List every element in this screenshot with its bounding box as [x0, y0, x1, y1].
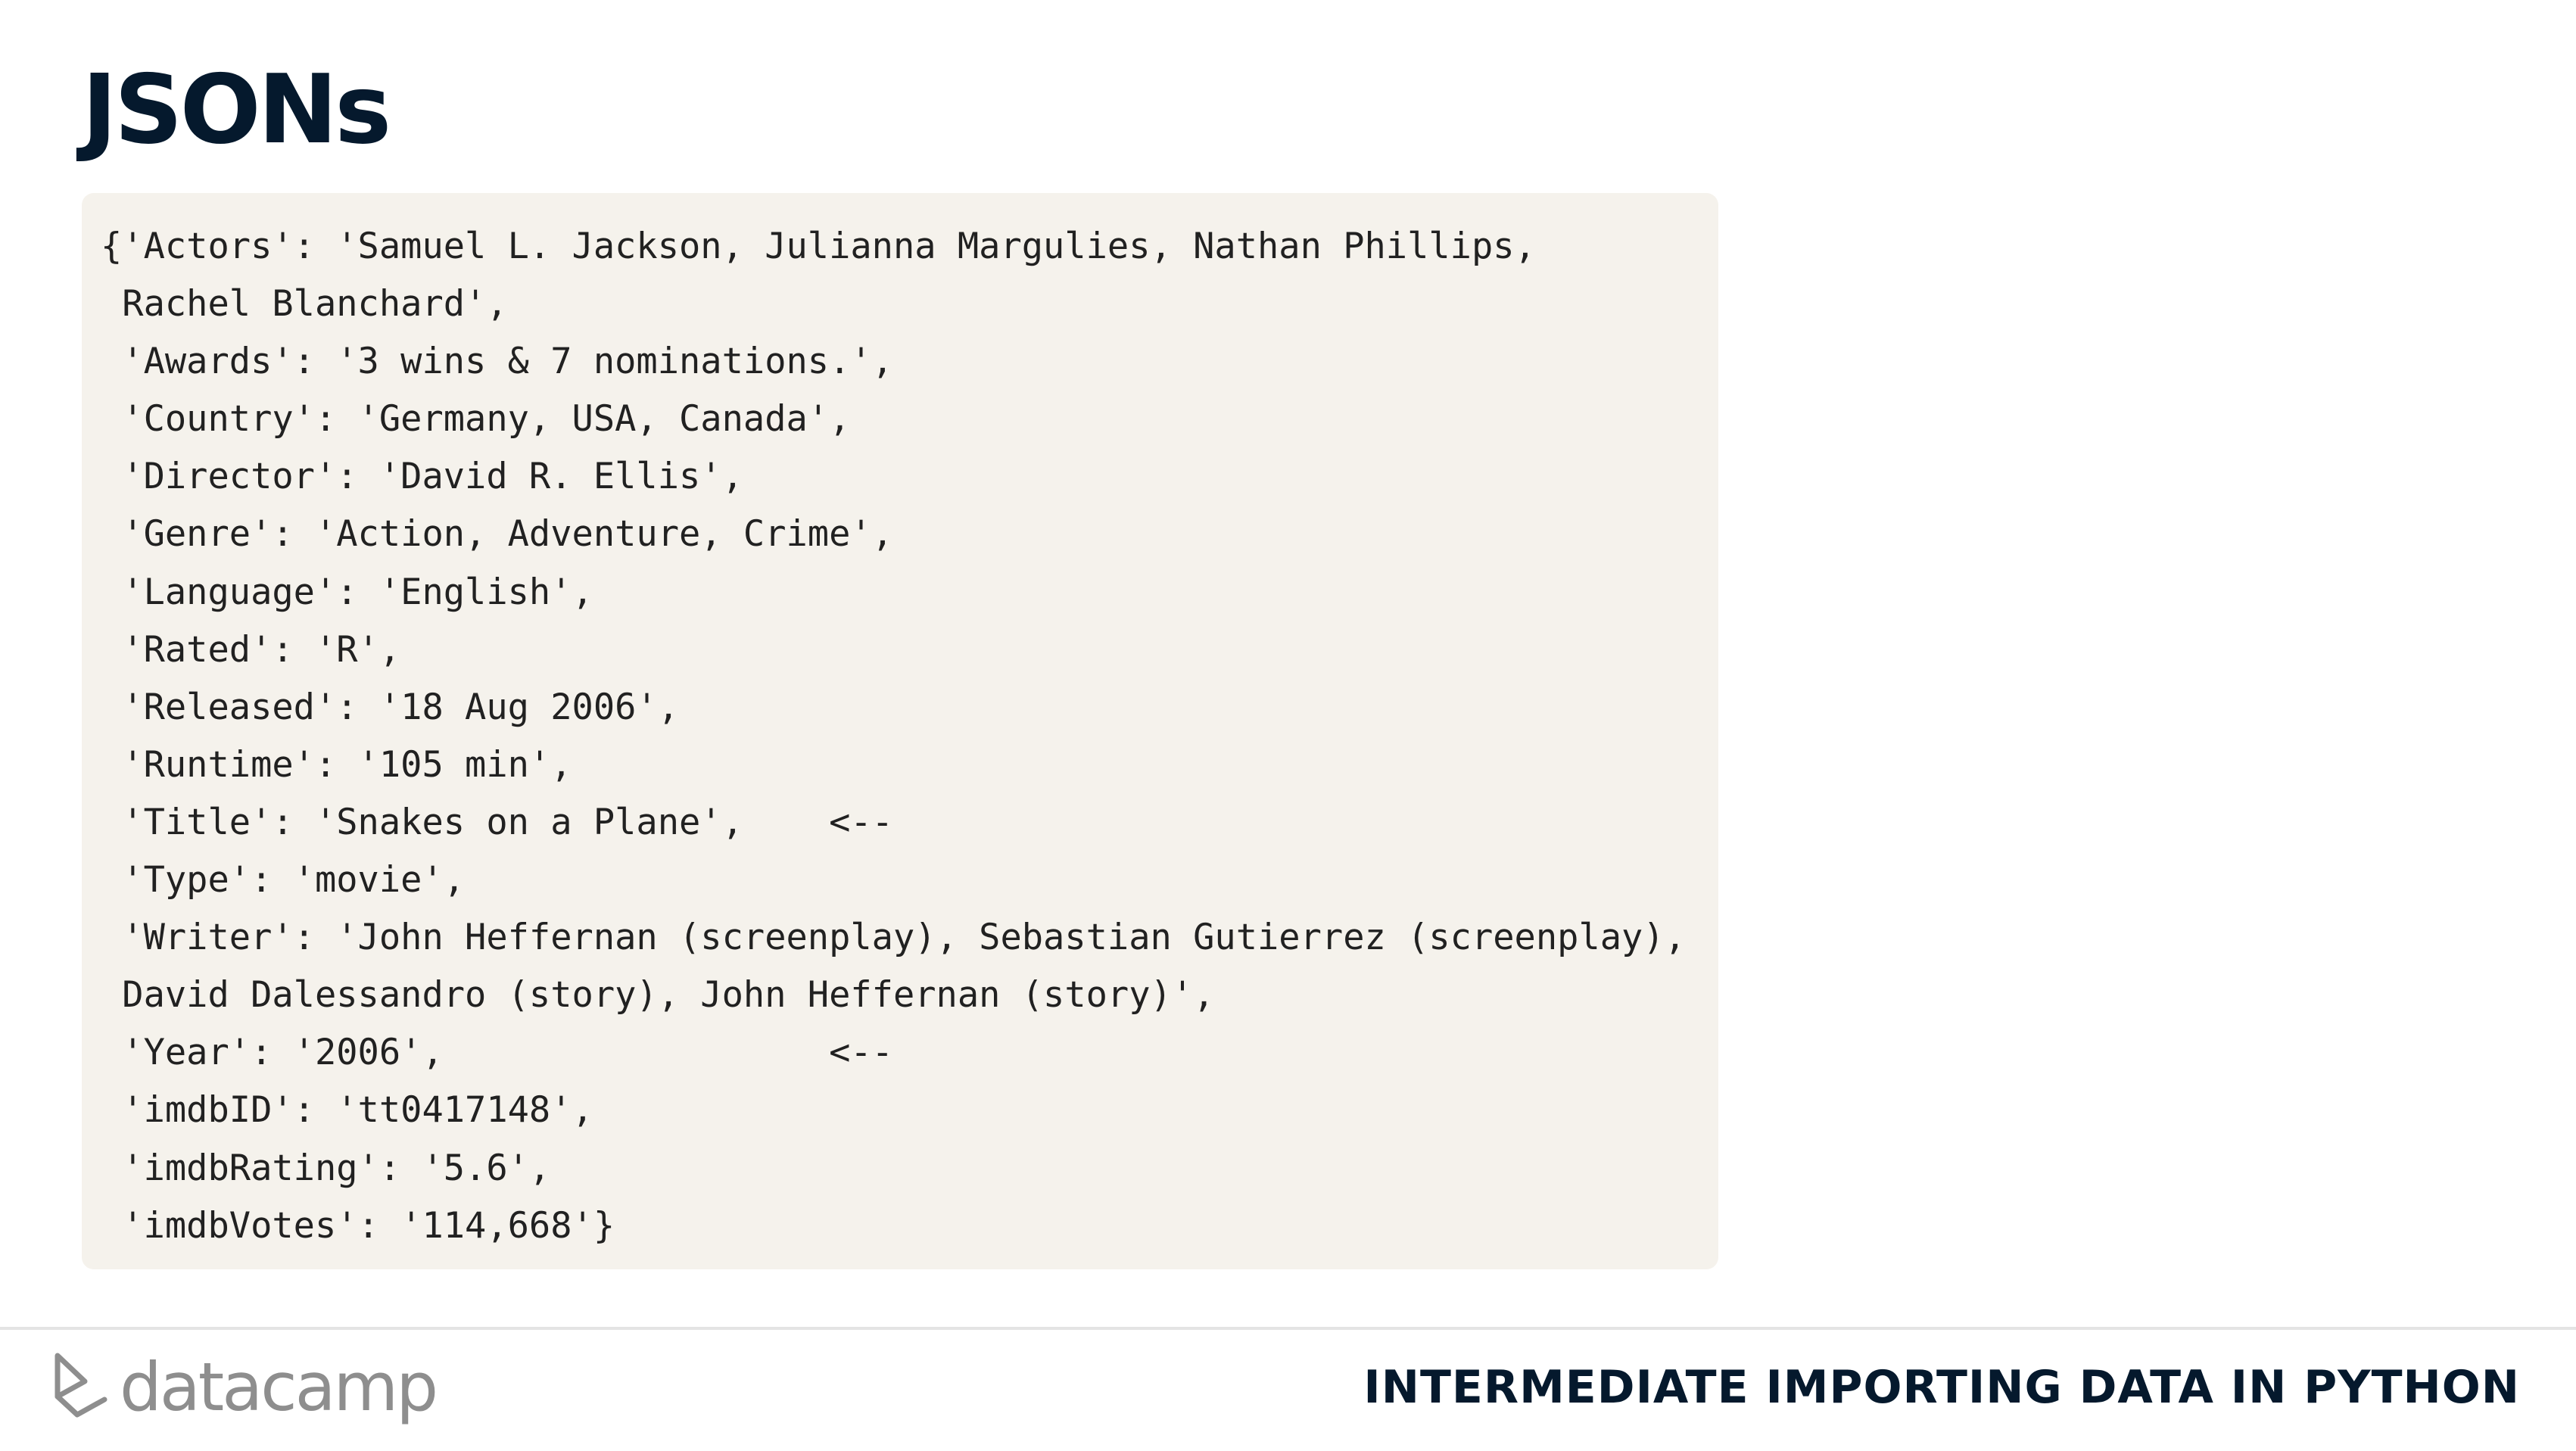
code-block: {'Actors': 'Samuel L. Jackson, Julianna … — [82, 193, 1718, 1269]
code-line: 'Writer': 'John Heffernan (screenplay), … — [101, 917, 1686, 959]
code-line: 'Country': 'Germany, USA, Canada', — [101, 398, 851, 441]
code-line: 'imdbRating': '5.6', — [101, 1147, 551, 1189]
footer-divider — [0, 1327, 2576, 1330]
datacamp-logo: datacamp — [51, 1346, 438, 1429]
code-line: 'Title': 'Snakes on a Plane', <-- — [101, 801, 893, 843]
code-line: 'Rated': 'R', — [101, 628, 401, 671]
code-line: 'Genre': 'Action, Adventure, Crime', — [101, 513, 893, 556]
code-line: 'Year': '2006', <-- — [101, 1032, 893, 1074]
course-title: INTERMEDIATE IMPORTING DATA IN PYTHON — [1363, 1361, 2520, 1414]
code-line: 'Director': 'David R. Ellis', — [101, 456, 743, 498]
slide-title: JSONs — [82, 54, 391, 165]
code-line: 'imdbID': 'tt0417148', — [101, 1089, 593, 1132]
code-line: {'Actors': 'Samuel L. Jackson, Julianna … — [101, 226, 1536, 267]
code-line: 'imdbVotes': '114,668'} — [101, 1204, 615, 1247]
code-line: 'Runtime': '105 min', — [101, 743, 572, 786]
code-line: 'Released': '18 Aug 2006', — [101, 686, 680, 728]
code-line: 'Awards': '3 wins & 7 nominations.', — [101, 341, 893, 383]
code-line: 'Language': 'English', — [101, 571, 593, 613]
datacamp-logo-icon — [55, 1353, 107, 1418]
logo-text: datacamp — [120, 1348, 438, 1426]
code-line: Rachel Blanchard', — [101, 283, 508, 325]
code-line: 'Type': 'movie', — [101, 859, 466, 901]
code-line: David Dalessandro (story), John Hefferna… — [101, 974, 1215, 1017]
